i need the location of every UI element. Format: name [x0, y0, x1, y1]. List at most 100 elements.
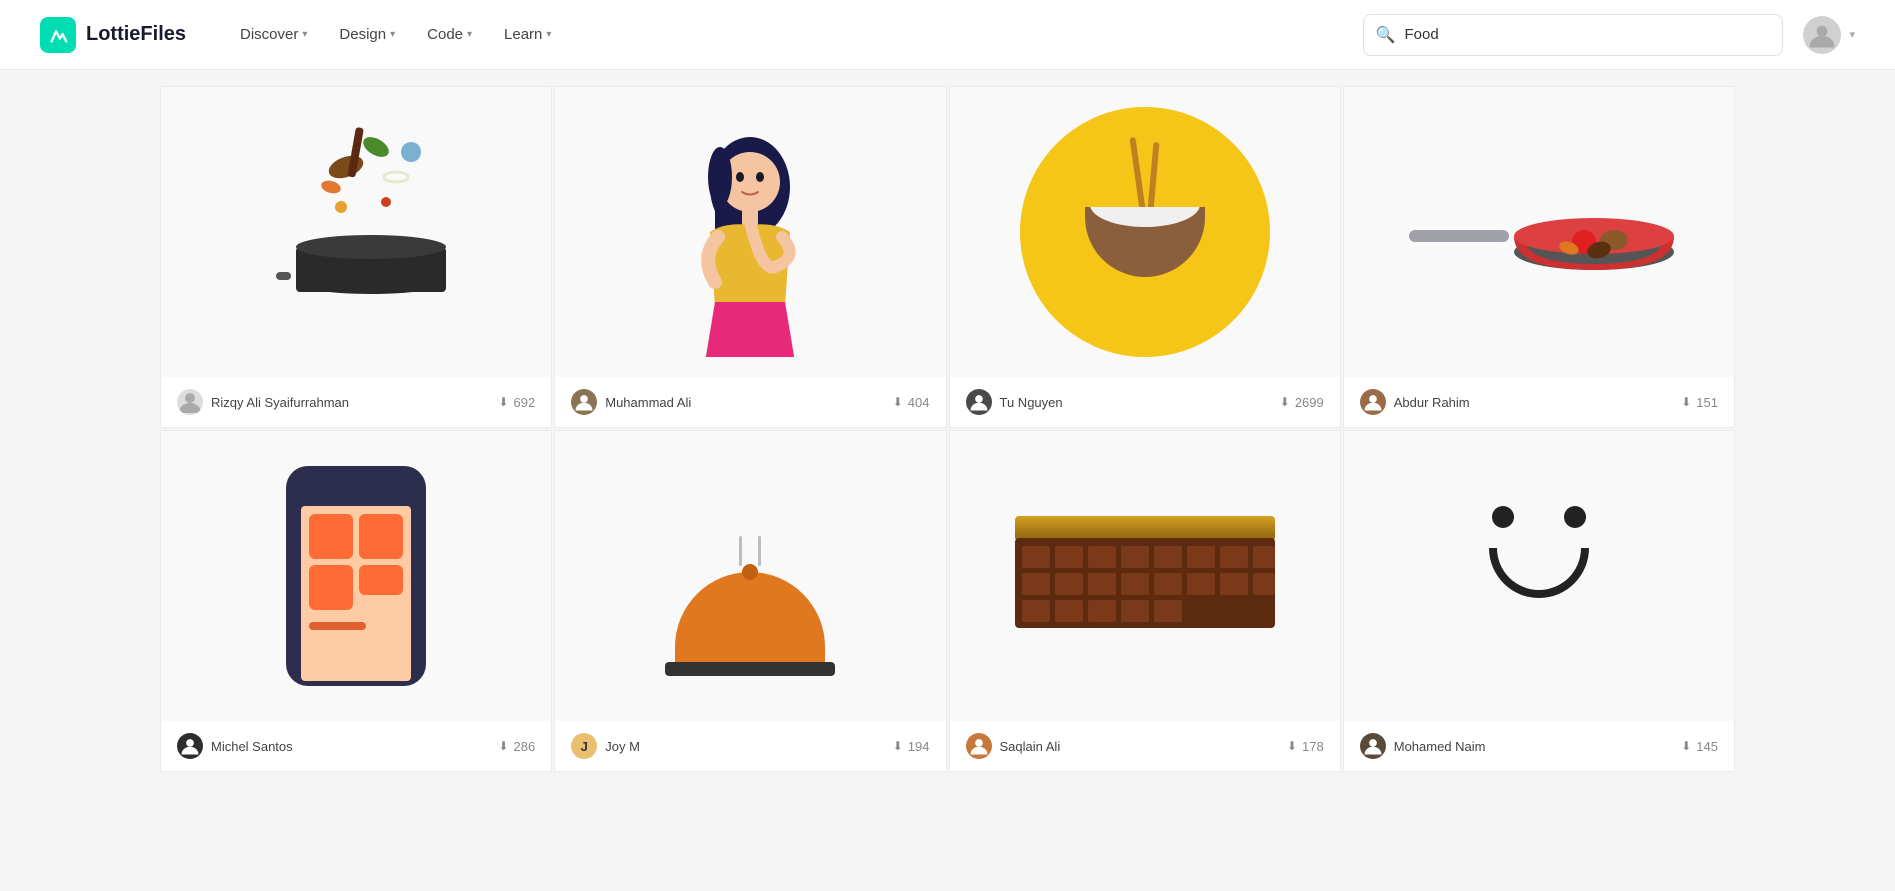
logo[interactable]: LottieFiles [40, 17, 186, 53]
author-name-7: Saqlain Ali [1000, 739, 1061, 754]
cloche-plate [665, 662, 835, 676]
card-preview-8 [1344, 431, 1734, 721]
nav-item-discover[interactable]: Discover ▾ [226, 18, 321, 51]
card-footer-5: Michel Santos ⬇ 286 [161, 721, 551, 771]
app-square-3 [309, 565, 353, 610]
app-square-1 [309, 514, 353, 559]
author-avatar-8 [1360, 733, 1386, 759]
chevron-down-icon: ▾ [302, 29, 307, 40]
card-2[interactable]: Muhammad Ali ⬇ 404 [554, 86, 946, 428]
author-name-4: Abdur Rahim [1394, 395, 1470, 410]
download-icon-1: ⬇ [498, 395, 508, 409]
cloche-knob [742, 564, 758, 580]
card-downloads-5: ⬇ 286 [498, 739, 535, 754]
yellow-circle [1020, 107, 1270, 357]
chevron-down-icon: ▾ [546, 29, 551, 40]
card-author-8: Mohamed Naim [1360, 733, 1486, 759]
card-footer-8: Mohamed Naim ⬇ 145 [1344, 721, 1734, 771]
card-8[interactable]: Mohamed Naim ⬇ 145 [1343, 430, 1735, 772]
user-area[interactable]: ▾ [1803, 16, 1855, 54]
card-preview-6 [555, 431, 945, 721]
app-squares [301, 506, 411, 618]
smiley-face [1459, 506, 1619, 646]
card-author-1: Rizqy Ali Syaifurrahman [177, 389, 349, 415]
smiley-eyes [1459, 506, 1619, 528]
card-downloads-3: ⬇ 2699 [1280, 395, 1324, 410]
card-downloads-1: ⬇ 692 [498, 395, 535, 410]
author-name-5: Michel Santos [211, 739, 293, 754]
card-author-4: Abdur Rahim [1360, 389, 1470, 415]
author-name-6: Joy M [605, 739, 640, 754]
card-footer-4: Abdur Rahim ⬇ 151 [1344, 377, 1734, 427]
app-square-2 [359, 514, 403, 559]
user-chevron-icon: ▾ [1849, 28, 1855, 41]
nav: Discover ▾ Design ▾ Code ▾ Learn ▾ [226, 18, 1363, 51]
nav-item-design[interactable]: Design ▾ [325, 18, 409, 51]
main-content: Rizqy Ali Syaifurrahman ⬇ 692 [0, 70, 1895, 788]
card-preview-4 [1344, 87, 1734, 377]
download-icon-7: ⬇ [1287, 739, 1297, 753]
header: LottieFiles Discover ▾ Design ▾ Code ▾ L… [0, 0, 1895, 70]
card-footer-7: Saqlain Ali ⬇ 178 [950, 721, 1340, 771]
author-avatar-5 [177, 733, 203, 759]
card-author-5: Michel Santos [177, 733, 293, 759]
card-downloads-4: ⬇ 151 [1681, 395, 1718, 410]
cloche-dome [675, 572, 825, 662]
author-avatar-2 [571, 389, 597, 415]
card-footer-2: Muhammad Ali ⬇ 404 [555, 377, 945, 427]
card-footer-1: Rizqy Ali Syaifurrahman ⬇ 692 [161, 377, 551, 427]
search-input[interactable] [1363, 14, 1783, 56]
card-downloads-7: ⬇ 178 [1287, 739, 1324, 754]
card-preview-3 [950, 87, 1340, 377]
phone-screen [301, 506, 411, 681]
card-footer-6: J Joy M ⬇ 194 [555, 721, 945, 771]
nav-item-code[interactable]: Code ▾ [413, 18, 486, 51]
author-name-2: Muhammad Ali [605, 395, 691, 410]
author-avatar-7 [966, 733, 992, 759]
author-name-3: Tu Nguyen [1000, 395, 1063, 410]
nav-item-learn[interactable]: Learn ▾ [490, 18, 565, 51]
app-square-4 [359, 565, 403, 595]
card-7[interactable]: Saqlain Ali ⬇ 178 [949, 430, 1341, 772]
steam-lines [739, 536, 761, 566]
author-avatar-3 [966, 389, 992, 415]
author-avatar-6: J [571, 733, 597, 759]
card-author-7: Saqlain Ali [966, 733, 1061, 759]
phone-notch [336, 476, 376, 484]
author-avatar-4 [1360, 389, 1386, 415]
card-downloads-8: ⬇ 145 [1681, 739, 1718, 754]
steam-1 [739, 536, 742, 566]
card-preview-7 [950, 431, 1340, 721]
card-footer-3: Tu Nguyen ⬇ 2699 [950, 377, 1340, 427]
author-name-1: Rizqy Ali Syaifurrahman [211, 395, 349, 410]
card-author-3: Tu Nguyen [966, 389, 1063, 415]
search-wrap: 🔍 [1363, 14, 1783, 56]
card-3[interactable]: Tu Nguyen ⬇ 2699 [949, 86, 1341, 428]
phone-body [286, 466, 426, 686]
card-4[interactable]: Abdur Rahim ⬇ 151 [1343, 86, 1735, 428]
card-downloads-2: ⬇ 404 [893, 395, 930, 410]
smiley-smile [1489, 548, 1589, 598]
download-icon-2: ⬇ [893, 395, 903, 409]
card-6[interactable]: J Joy M ⬇ 194 [554, 430, 946, 772]
logo-text: LottieFiles [86, 23, 186, 46]
download-icon-5: ⬇ [498, 739, 508, 753]
card-preview-2 [555, 87, 945, 377]
logo-icon [40, 17, 76, 53]
card-1[interactable]: Rizqy Ali Syaifurrahman ⬇ 692 [160, 86, 552, 428]
card-preview-1 [161, 87, 551, 377]
card-preview-5 [161, 431, 551, 721]
steam-2 [758, 536, 761, 566]
card-5[interactable]: Michel Santos ⬇ 286 [160, 430, 552, 772]
card-author-6: J Joy M [571, 733, 640, 759]
author-avatar-1 [177, 389, 203, 415]
card-downloads-6: ⬇ 194 [893, 739, 930, 754]
cloche-scene [660, 476, 840, 676]
download-icon-6: ⬇ [893, 739, 903, 753]
smiley-eye-right [1564, 506, 1586, 528]
smiley-eye-left [1492, 506, 1514, 528]
download-icon-4: ⬇ [1681, 395, 1691, 409]
card-grid: Rizqy Ali Syaifurrahman ⬇ 692 [0, 70, 1895, 788]
download-icon-8: ⬇ [1681, 739, 1691, 753]
download-icon-3: ⬇ [1280, 395, 1290, 409]
